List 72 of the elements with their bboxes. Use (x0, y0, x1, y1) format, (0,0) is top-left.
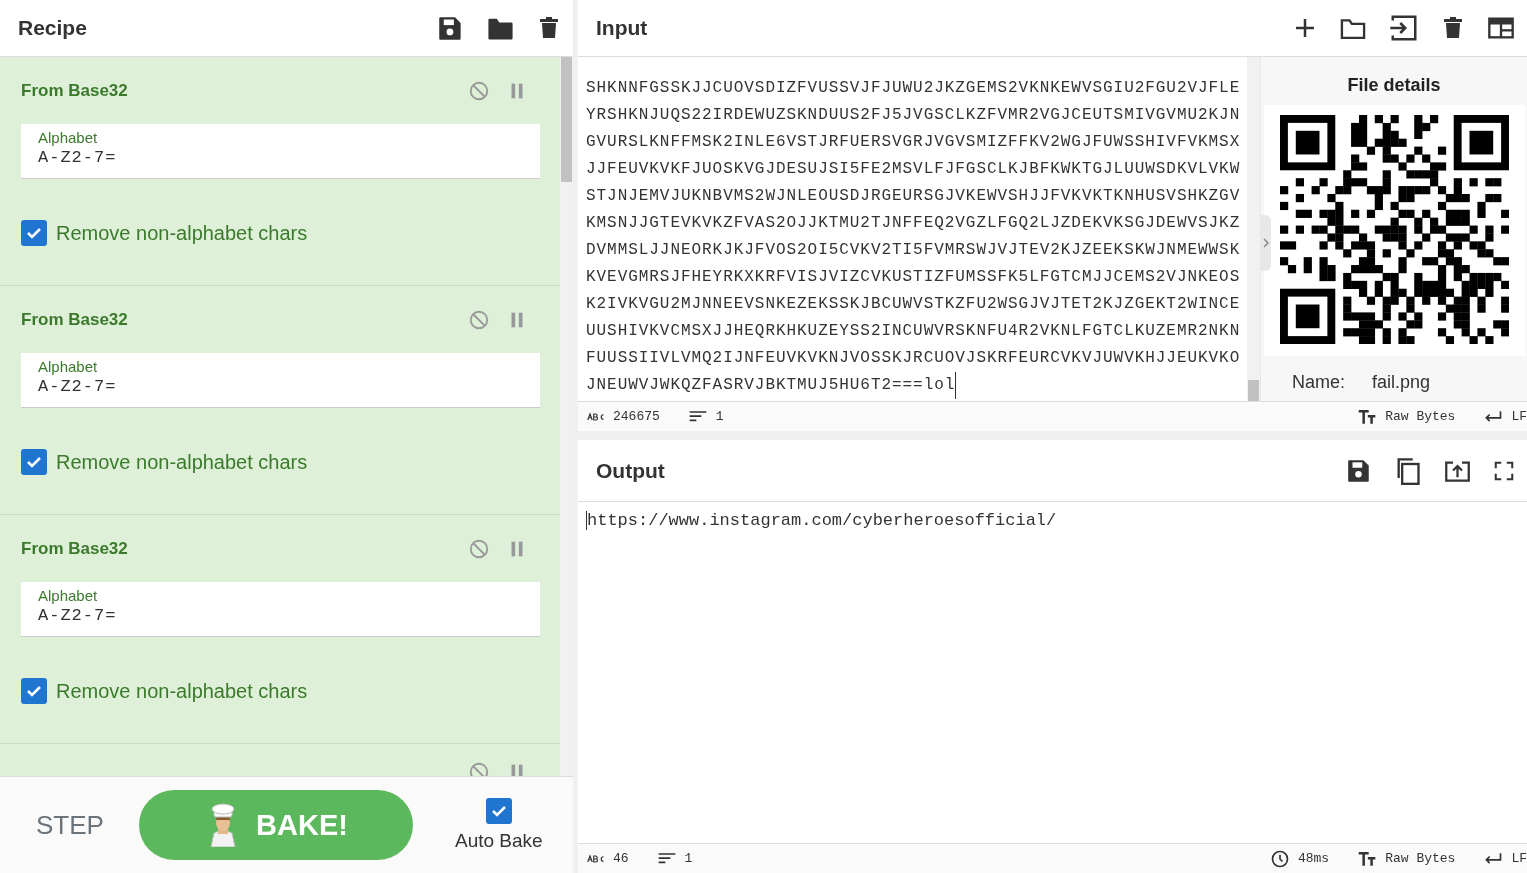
checkbox[interactable] (21, 449, 47, 475)
line-count: 1 (715, 409, 724, 424)
input-text-line: JNEUWVJWKQZFASRVJBKTMUJ5HU6T2===lol (586, 372, 957, 399)
input-text-line: KVEVGMRSJFHEYRKXKRFVISJVIZCVKUSTIZFUMSSFK5LFGTCMJJCEMS2VJNKEOS (586, 267, 1241, 288)
import-icon (1389, 13, 1419, 43)
plus-icon (1293, 16, 1317, 40)
checkbox[interactable] (21, 220, 47, 246)
line-count: 1 (684, 851, 693, 866)
collapse-handle[interactable] (1260, 215, 1271, 271)
auto-bake-checkbox[interactable] (485, 798, 512, 824)
output-title: Output (596, 458, 666, 483)
trash-button[interactable] (537, 16, 561, 40)
checkbox-label: Remove non-alphabet chars (56, 221, 308, 245)
clock-icon (1269, 848, 1290, 869)
input-text-line: YRSHKNJUQS22IRDEWUZSKNDUUS2FJ5JVGSCLKZFVMR2VGJCEUTSMIVGVMU2KJN (586, 105, 1241, 126)
scrollbar[interactable] (560, 57, 573, 776)
input-text-line: FUUSSIIVLVMQ2IJNFEUVKVKNJVOSSKJRCUOVJSKRFEURCVKVJUWVKHJJEUKVKO (586, 348, 1241, 369)
length-value: 246675 (613, 409, 660, 424)
input-text-line: K2IVKVGU2MJNNEEVSNKEZEKSSKJBCUWVSTKZFU2WSGJVJTET2KJZGEKT2WINCE (586, 294, 1241, 315)
plus-button[interactable] (1293, 16, 1317, 40)
checkbox[interactable] (21, 678, 47, 704)
input-text-line: KMSNJJGTEVKVKZFVAS2OJJKTMU2TJNFFEQ2VGZLFGQ2LJZDEKVKSGJDEWVSJKZ (586, 213, 1241, 234)
trash-button[interactable] (1441, 16, 1465, 40)
field-label: Alphabet (38, 587, 99, 605)
scrollbar[interactable] (1247, 57, 1260, 401)
checkbox-label: Remove non-alphabet chars (56, 679, 308, 703)
trash-icon (537, 16, 561, 40)
field-label: Alphabet (38, 358, 99, 376)
save-icon (1346, 457, 1372, 484)
resize-handle[interactable] (573, 0, 578, 873)
input-text-line: STJNJEMVJUKNBVMS2WJNLEOUSDJRGEURSGJVKEWVSHJJFVKVKTKNHUSVSHKZGV (586, 186, 1241, 207)
field-value: A-Z2-7= (38, 376, 118, 398)
checkbox-label: Remove non-alphabet chars (56, 450, 308, 474)
alphabet-field[interactable]: Alphabet A-Z2-7= (21, 124, 540, 179)
input-text-line: UUSHIVKVCMSXJJHEQRKHKUZEYSS2INCUWVRSKNFU4R2VKNLFGTCLKUZEMR2NKN (586, 321, 1241, 342)
save-button[interactable] (1346, 457, 1372, 484)
trash-icon (1441, 16, 1465, 40)
save-icon (437, 14, 464, 42)
eol-label[interactable]: LF (1511, 851, 1527, 866)
step-button[interactable]: STEP (36, 809, 139, 841)
name-label: Name: (1292, 372, 1345, 393)
length-value: 46 (613, 851, 629, 866)
save-button[interactable] (437, 14, 464, 42)
disable-icon (468, 80, 490, 102)
input-text-line: JJFEUVKVKFJUOSKVGJDESUJSI5FE2MSVLFJFGSCLKJBFKWKTGJLUUWSDKVLVKW (586, 159, 1241, 180)
file-details-title: File details (1347, 75, 1441, 96)
alphabet-field[interactable]: Alphabet A-Z2-7= (21, 353, 540, 408)
field-value: A-Z2-7= (38, 605, 118, 627)
operation-title: From Base32 (21, 539, 129, 559)
input-text-line: SHKNNFGSSKJJCUOVSDIZFVUSSVJFJUWU2JKZGEMS2VKNKEWVSGIU2FGU2VJFLE (586, 78, 1241, 99)
fullscreen-button[interactable] (1493, 459, 1515, 482)
operation-title: From Base32 (21, 310, 129, 330)
input-text-line: DVMMSLJJNEORKJKJFVOS2OI5CVKV2TI5FVMRSWJVJTEV2KJZEEKSKWJNMEWWSK (586, 240, 1241, 261)
eol-label[interactable]: LF (1511, 409, 1527, 424)
file-name: fail.png (1372, 372, 1431, 393)
encoding-label[interactable]: Raw Bytes (1385, 409, 1456, 424)
recipe-title: Recipe (18, 16, 88, 40)
alphabet-field[interactable]: Alphabet A-Z2-7= (21, 582, 540, 637)
disable-icon (468, 309, 490, 331)
auto-bake-label: Auto Bake (455, 830, 543, 852)
fullscreen-icon (1493, 459, 1515, 482)
input-title: Input (596, 16, 649, 40)
disable-icon (468, 538, 490, 560)
operation-title: From Base32 (21, 81, 129, 101)
field-label: Alphabet (38, 129, 99, 147)
field-value: A-Z2-7= (38, 147, 118, 169)
encoding-label[interactable]: Raw Bytes (1385, 851, 1456, 866)
bake-time: 48ms (1297, 851, 1330, 866)
import-button[interactable] (1389, 13, 1419, 43)
input-text-line: GVURSLKNFFMSK2INLE6VSTJRFUERSVGRJVGVSMIZFFKV2WGJFUWSSHIVFVKMSX (586, 132, 1241, 153)
chevron-icon (1262, 238, 1269, 248)
output-text[interactable]: https://www.instagram.com/cyberheroesofficial/ (586, 511, 1057, 530)
